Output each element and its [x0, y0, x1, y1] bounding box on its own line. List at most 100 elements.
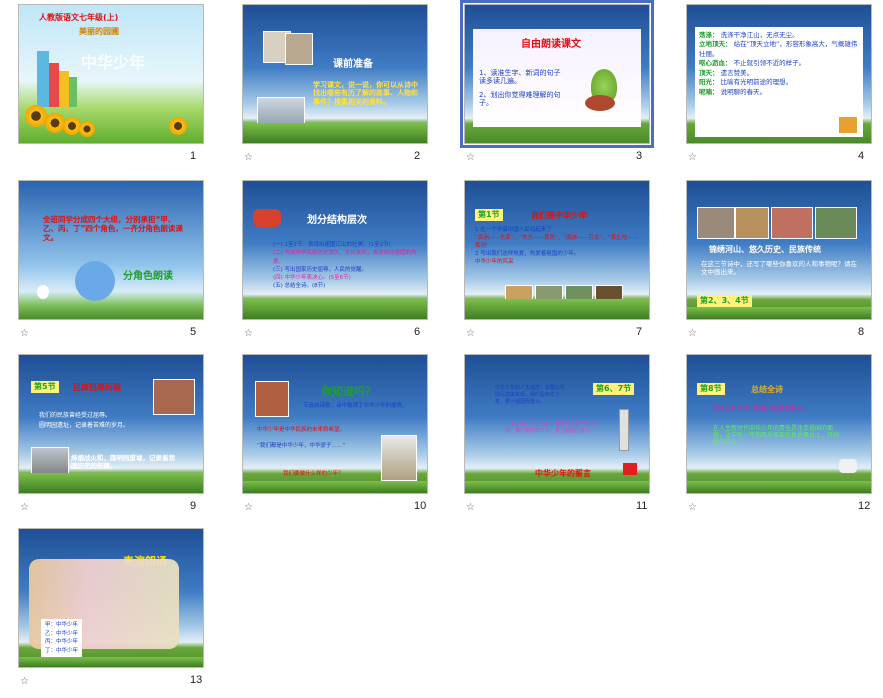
animation-star-icon: ☆ [20, 502, 29, 513]
slide-cell-9: 第5节 民族屈辱历程 我们的民族曾经受过屈辱。 圆明园遗址，记录着苦难的岁月。 … [18, 354, 224, 524]
slide8-photo [735, 207, 769, 239]
slide7-items: 1 在一个早晨中国人民站起来了 “亚洲——东亚”、“东方——黄色”、“南岸——巨… [475, 227, 641, 267]
slide-cell-5: 全班同学分成四个大组，分别承担“甲、乙、丙、丁”四个角色，一齐分角色朗读课文。 … [18, 180, 224, 350]
slide10-photo [255, 381, 289, 417]
animation-star-icon: ☆ [688, 152, 697, 163]
slide-number-4: 4 [858, 150, 865, 162]
slide-number-9: 9 [190, 500, 197, 512]
slide9-lines: 我们的民族曾经受过屈辱。 圆明园遗址，记录着苦难的岁月。 [39, 411, 153, 430]
slide-thumbnail-13[interactable]: 表演朗诵 甲：中华少年 乙：中华少年 丙：中华少年 丁：中华少年 [18, 528, 204, 668]
slide6-item: (二) 写出中华民族历史悠久、文化灿烂，表达出对祖国的热爱。 [273, 250, 417, 265]
slide2-body: 学习课文，说一说，你可以从诗中找出哪些有历了解的故事、人物和事件？搜集相关的资料… [313, 81, 418, 106]
slide6-item: (四) 中华少年表决心。(5至6节) [273, 275, 351, 281]
slide-thumbnail-9[interactable]: 第5节 民族屈辱历程 我们的民族曾经受过屈辱。 圆明园遗址，记录着苦难的岁月。 … [18, 354, 204, 494]
sunflower-icon [169, 117, 187, 135]
slide6-item: (五) 总结全诗。(8节) [273, 283, 326, 290]
slide-number-12: 12 [858, 500, 871, 512]
slide-number-7: 7 [636, 326, 643, 338]
slide-thumbnail-7[interactable]: 第1节 我们是中华少年 1 在一个早晨中国人民站起来了 “亚洲——东亚”、“东方… [464, 180, 650, 320]
slide5-label: 分角色朗读 [123, 271, 173, 282]
slide-number-5: 5 [190, 326, 197, 338]
slide8-photo [815, 207, 857, 239]
slide6-item: (一) 1至2节：表现出祖国江山的壮美。(1至2节) [273, 242, 391, 248]
slide7-item: “亚洲——东亚”、“东方——黄色”、“南岸——巨龙”、“黄土地——黄河” [475, 234, 638, 249]
building-icon [59, 71, 69, 107]
slide11-detail: 中华少年的人生信念，需要以实际行动来实现，我们是中华少年，要为祖国而奋斗。 [505, 421, 601, 434]
slide10-note-1: 中华少年是中华民族的未来和希望。 [257, 427, 346, 433]
slide2-title: 课前准备 [333, 59, 373, 70]
slide9-line: 圆明园遗址，记录着苦难的岁月。 [39, 421, 130, 429]
slide-thumbnail-8[interactable]: 锦绣河山、悠久历史、民族传统 在这三节诗中，还写了哪些你喜欢的人和事物呢？请在文… [686, 180, 872, 320]
slide6-items: (一) 1至2节：表现出祖国江山的壮美。(1至2节) (二) 写出中华民族历史悠… [273, 241, 421, 291]
slide4-row: 荡涤： 洗涤干净江山，无点无尘。 [699, 31, 799, 39]
animation-star-icon: ☆ [244, 502, 253, 513]
slide4-row: 阳光： 比喻有光明前途的理想。 [699, 78, 793, 87]
slide7-item: 2 写出我们这样热爱，热爱着祖国的少年。 [475, 250, 580, 257]
slide5-body: 全班同学分成四个大组，分别承担“甲、乙、丙、丁”四个角色，一齐分角色朗读课文。 [43, 215, 183, 242]
animation-star-icon: ☆ [20, 328, 29, 339]
slide-thumbnail-11[interactable]: 中华少年的人生信念，需要以实际行动来实现，我们是中华少年，要为祖国而奋斗。 第6… [464, 354, 650, 494]
slide11-section-tag: 第6、7节 [593, 383, 635, 395]
slide12-item-2: 在人生新时代中华少年的责任是改变祖国的面貌，让中华少年的风采展现在世界舞台上，开… [713, 425, 840, 447]
slide10-title: 你知道吗？ [321, 385, 376, 398]
animation-star-icon: ☆ [466, 328, 475, 339]
slide7-title: 我们是中华少年 [531, 211, 587, 220]
slide-number-3: 3 [636, 150, 643, 162]
slide4-row: 顶天： 遗言赞美。 [699, 68, 754, 77]
slide-thumbnail-6[interactable]: 划分结构层次 (一) 1至2节：表现出祖国江山的壮美。(1至2节) (二) 写出… [242, 180, 428, 320]
slide-cell-13: 表演朗诵 甲：中华少年 乙：中华少年 丙：中华少年 丁：中华少年 ☆ 13 [18, 528, 224, 698]
slide-thumbnail-1[interactable]: 人教版语文七年级(上) 美丽的园圃 中华少年 [18, 4, 204, 144]
slide7-item: 中华少年的风采 [475, 258, 514, 265]
slide-number-13: 13 [190, 674, 203, 686]
slide10-note-3: 我们要做什么样的少年？ [283, 471, 344, 477]
test-tube-icon [619, 409, 629, 451]
animation-star-icon: ☆ [244, 152, 253, 163]
animation-star-icon: ☆ [688, 328, 697, 339]
slide-number-2: 2 [414, 150, 421, 162]
sunflower-icon [79, 121, 95, 137]
slide10-portrait [381, 435, 417, 481]
building-icon [37, 51, 49, 107]
slide9-body: 烽烟战火和，圆明园废墟，记录着我国历史的伤痛。 [71, 454, 175, 470]
slide7-section-tag: 第1节 [475, 209, 503, 221]
cyclist-icon [839, 459, 857, 473]
slide9-photo [153, 379, 195, 415]
slide8-photo [697, 207, 735, 239]
animation-star-icon: ☆ [20, 676, 29, 687]
slide13-role: 丙：中华少年 [45, 639, 79, 646]
slide4-row: 呕心沥血： 不止就引领不近的样子。 [699, 59, 806, 68]
slide-thumbnail-4[interactable]: 荡涤： 洗涤干净江山，无点无尘。 立地顶天： 站在“顶天立地”，形容形象高大，气… [686, 4, 872, 144]
slide3-item-2: 2、划出你觉得难理解的句子。 [479, 91, 561, 108]
slide12-section-tag: 第8节 [697, 383, 725, 395]
slide1-title-line1: 人教版语文七年级(上) [39, 13, 119, 22]
building-clipart-icon [839, 117, 857, 133]
slide-cell-1: 人教版语文七年级(上) 美丽的园圃 中华少年 1 [18, 4, 224, 174]
slide13-role-list: 甲：中华少年 乙：中华少年 丙：中华少年 丁：中华少年 [41, 619, 83, 658]
slide7-item: 1 在一个早晨中国人民站起来了 [475, 227, 552, 233]
slide-thumbnail-2[interactable]: 课前准备 学习课文，说一说，你可以从诗中找出哪些有历了解的故事、人物和事件？搜集… [242, 4, 428, 144]
slide-thumbnail-10[interactable]: 你知道吗？ 节选自诗歌，诗中歌颂了中华少年的豪情。 中华少年是中华民族的未来和希… [242, 354, 428, 494]
slide4-vocab-list: 荡涤： 洗涤干净江山，无点无尘。 立地顶天： 站在“顶天立地”，形容形象高大，气… [699, 31, 863, 97]
slide1-title-line2: 美丽的园圃 [79, 27, 119, 36]
slide4-panel: 荡涤： 洗涤干净江山，无点无尘。 立地顶天： 站在“顶天立地”，形容形象高大，气… [695, 27, 863, 137]
slide8-photo [771, 207, 813, 239]
slide13-role: 乙：中华少年 [45, 630, 79, 637]
slide10-note-2: “我们都是中华少年，中华骄子……” [257, 443, 346, 449]
slide-number-6: 6 [414, 326, 421, 338]
slide-cell-11: 中华少年的人生信念，需要以实际行动来实现，我们是中华少年，要为祖国而奋斗。 第6… [464, 354, 670, 524]
slide-cell-10: 你知道吗？ 节选自诗歌，诗中歌颂了中华少年的豪情。 中华少年是中华民族的未来和希… [242, 354, 448, 524]
slide12-item-1: 你对这首诗中的哪些内容体会最深？ [713, 405, 810, 412]
slide4-row: 呢喃： 说明聊的春天。 [699, 87, 767, 96]
slide3-title: 自由朗读课文 [521, 39, 581, 50]
animation-star-icon: ☆ [244, 328, 253, 339]
slide-thumbnail-5[interactable]: 全班同学分成四个大组，分别承担“甲、乙、丙、丁”四个角色，一齐分角色朗读课文。 … [18, 180, 204, 320]
slide9-line: 我们的民族曾经受过屈辱。 [39, 412, 112, 419]
animation-star-icon: ☆ [466, 152, 475, 163]
slide-cell-2: 课前准备 学习课文，说一说，你可以从诗中找出哪些有历了解的故事、人物和事件？搜集… [242, 4, 448, 174]
slide12-title: 总结全诗 [751, 385, 783, 394]
slide-thumbnail-3[interactable]: 自由朗读课文 1、读准生字、新词的句子读多读几遍。 2、划出你觉得难理解的句子。 [460, 0, 654, 148]
slide-thumbnail-12[interactable]: 第8节 总结全诗 你对这首诗中的哪些内容体会最深？ 在人生新时代中华少年的责任是… [686, 354, 872, 494]
building-icon [49, 63, 59, 107]
slide11-footer: 中华少年的誓言 [535, 469, 591, 478]
slide6-title: 划分结构层次 [307, 215, 367, 226]
